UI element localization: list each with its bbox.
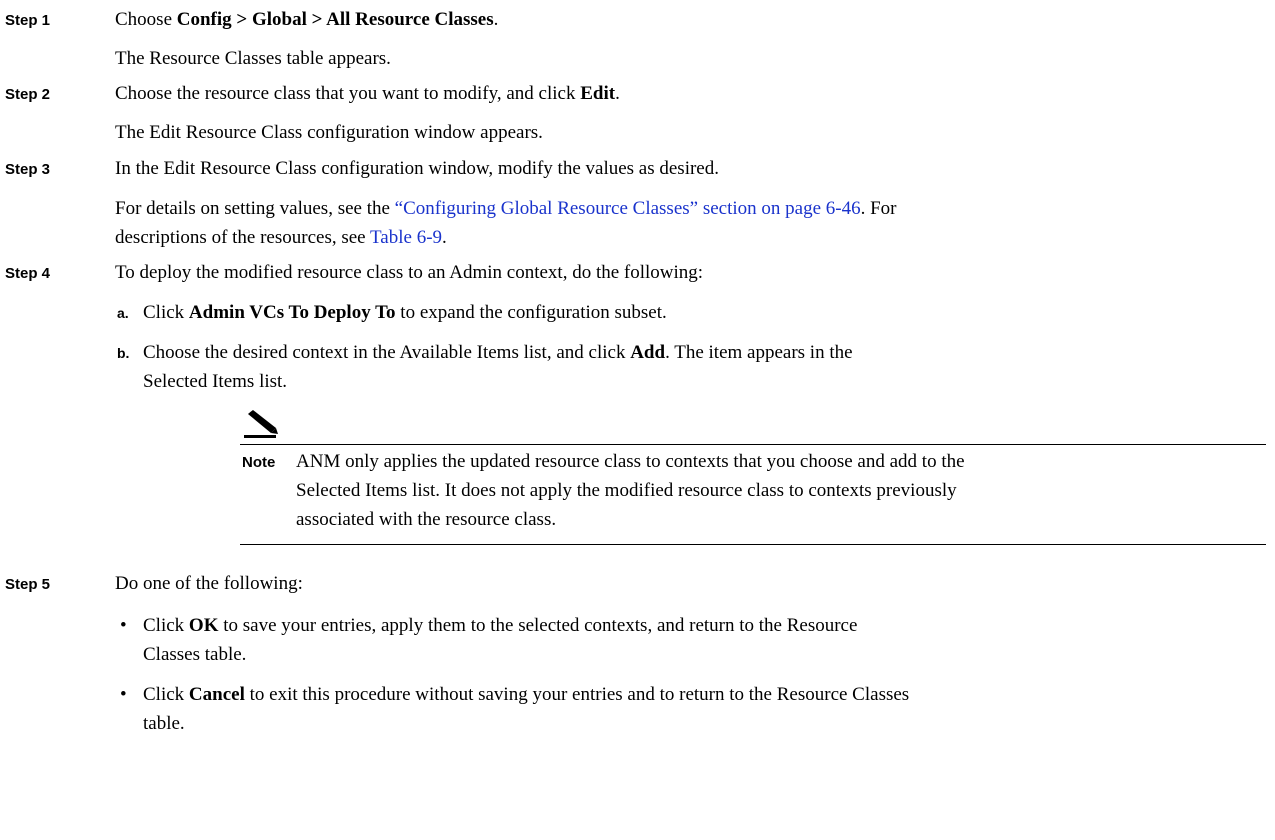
substep-b-label: b. — [117, 345, 130, 361]
note-bottom-rule — [240, 544, 1266, 545]
step-2-result: The Edit Resource Class configuration wi… — [115, 122, 543, 143]
substep-a-label: a. — [117, 305, 129, 321]
substep-a-text: Click Admin VCs To Deploy To to expand t… — [143, 299, 667, 327]
step-1-label: Step 1 — [5, 12, 51, 29]
configuring-global-resource-classes-link[interactable]: “Configuring Global Resource Classes” se… — [395, 198, 861, 219]
bullet-2-line2: table. — [143, 713, 185, 734]
bullet-1-line1: Click OK to save your entries, apply the… — [143, 612, 857, 640]
substep-b-text-a: Choose the desired context in the Availa… — [143, 342, 631, 363]
step-2-text-a: Choose the resource class that you want … — [115, 83, 581, 104]
bullet-1-marker: • — [120, 615, 127, 636]
note-line-2: Selected Items list. It does not apply t… — [296, 480, 957, 501]
step-2-edit-label: Edit — [580, 83, 616, 104]
step-3-details-line1: For details on setting values, see the “… — [115, 195, 897, 223]
step-1-text-c: . — [493, 9, 499, 30]
step-5-text: Do one of the following: — [115, 573, 303, 594]
bullet-1-text-a: Click — [143, 615, 189, 636]
ok-label: OK — [188, 615, 219, 636]
step-3-details-prefix: For details on setting values, see the — [115, 198, 395, 219]
step-3-details-line2: descriptions of the resources, see Table… — [115, 224, 447, 252]
note-line-1: ANM only applies the updated resource cl… — [296, 451, 965, 472]
bullet-2-line1: Click Cancel to exit this procedure with… — [143, 681, 909, 709]
substep-a-text-a: Click — [143, 302, 189, 323]
step-3-text: In the Edit Resource Class configuration… — [115, 158, 719, 179]
substep-b-line2: Selected Items list. — [143, 371, 288, 392]
step-1-menu-path: Config > Global > All Resource Classes — [176, 9, 494, 30]
step-5-label: Step 5 — [5, 576, 51, 593]
step-3-details2-suffix: . — [442, 227, 447, 248]
document-page: Step 1 Choose Config > Global > All Reso… — [0, 0, 1275, 840]
cancel-label: Cancel — [188, 684, 245, 705]
note-line-3: associated with the resource class. — [296, 509, 557, 530]
step-3-details-suffix: . For — [860, 198, 897, 219]
step-2-label: Step 2 — [5, 86, 51, 103]
step-3-details2-prefix: descriptions of the resources, see — [115, 227, 371, 248]
substep-b-line1: Choose the desired context in the Availa… — [143, 339, 853, 367]
bullet-2-marker: • — [120, 684, 127, 705]
bullet-1-text-c: to save your entries, apply them to the … — [218, 615, 858, 636]
substep-a-text-c: to expand the configuration subset. — [395, 302, 667, 323]
note-label: Note — [242, 454, 276, 471]
step-2-text-c: . — [615, 83, 620, 104]
admin-vcs-label: Admin VCs To Deploy To — [188, 302, 396, 323]
bullet-2-text-a: Click — [143, 684, 189, 705]
step-1-text: Choose Config > Global > All Resource Cl… — [115, 6, 498, 34]
substep-b-text-c: . The item appears in the — [665, 342, 853, 363]
step-3-label: Step 3 — [5, 161, 51, 178]
note-top-rule — [240, 444, 1266, 445]
step-1-result: The Resource Classes table appears. — [115, 48, 391, 69]
bullet-1-line2: Classes table. — [143, 644, 247, 665]
step-4-label: Step 4 — [5, 265, 51, 282]
step-4-text: To deploy the modified resource class to… — [115, 262, 704, 283]
step-2-text: Choose the resource class that you want … — [115, 80, 620, 108]
table-6-9-link[interactable]: Table 6-9 — [370, 227, 442, 248]
bullet-2-text-c: to exit this procedure without saving yo… — [244, 684, 910, 705]
pencil-note-icon — [244, 410, 278, 438]
step-1-text-a: Choose — [115, 9, 177, 30]
add-label: Add — [630, 342, 666, 363]
